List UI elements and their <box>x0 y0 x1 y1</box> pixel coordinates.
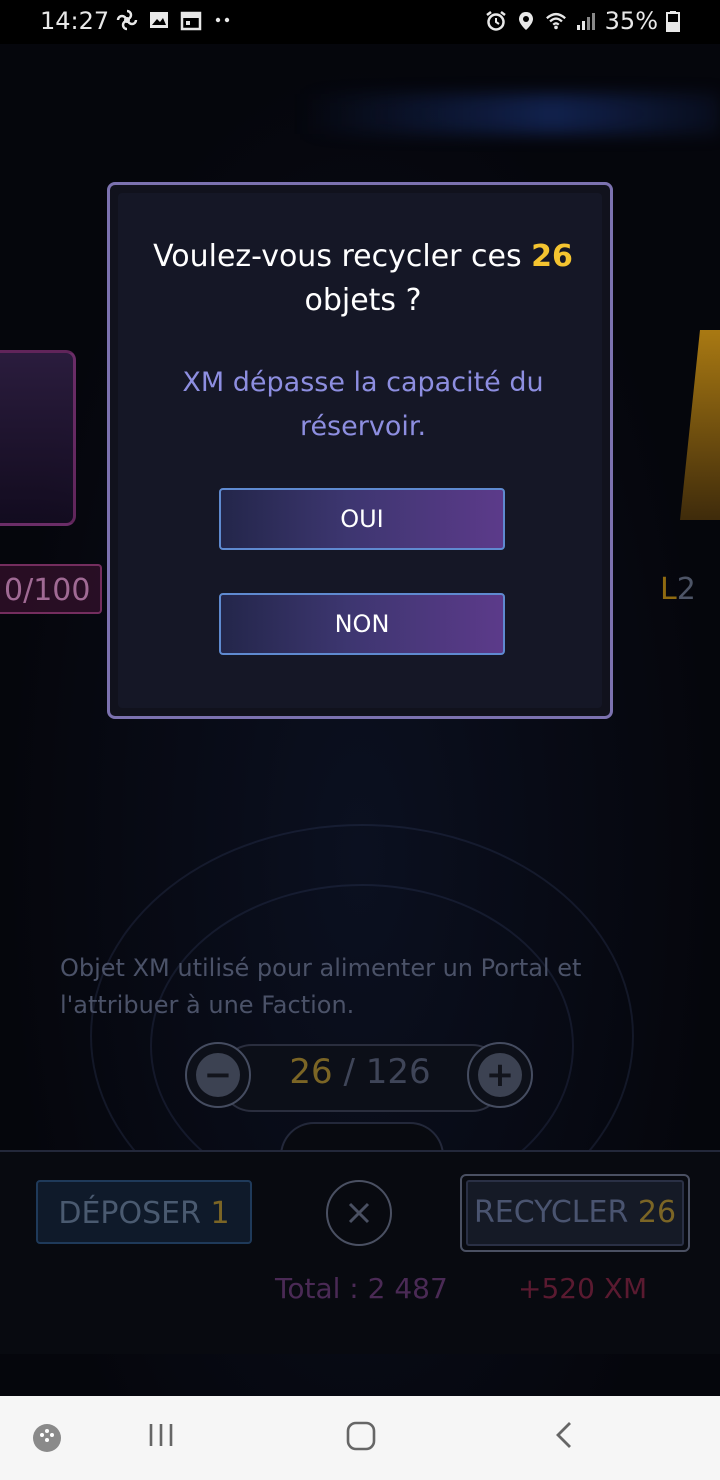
more-notifications-icon <box>215 17 230 23</box>
scene-glow <box>300 94 720 134</box>
left-item-level: 0/100 <box>0 564 102 614</box>
recent-apps-icon[interactable] <box>146 1420 176 1450</box>
item-description: Objet XM utilisé pour alimenter un Porta… <box>60 954 582 1019</box>
plus-icon: + <box>478 1053 522 1097</box>
dialog-warning: XM dépasse la capacité du réservoir. <box>182 367 544 442</box>
quantity-stepper: − 26 / 126 + <box>185 1042 535 1112</box>
recycle-button[interactable]: RECYCLER 26 <box>460 1174 690 1252</box>
xm-gain: +520 XM <box>518 1272 648 1305</box>
dialog-question: Voulez-vous recycler ces 26 objets ? <box>153 239 573 318</box>
game-launcher-icon[interactable] <box>31 1422 63 1454</box>
right-item-level: L2 <box>660 572 696 607</box>
fan-icon <box>116 9 138 31</box>
back-icon[interactable] <box>552 1420 576 1450</box>
total-count: Total : 2 487 <box>275 1272 448 1305</box>
recycle-confirm-dialog: Voulez-vous recycler ces 26 objets ? XM … <box>107 182 613 719</box>
system-nav-bar <box>0 1396 720 1480</box>
close-icon <box>348 1202 370 1224</box>
gallery-icon <box>150 12 168 28</box>
deposit-button[interactable]: DÉPOSER 1 <box>36 1180 252 1244</box>
battery-percent: 35% <box>604 7 658 35</box>
left-item-preview[interactable] <box>0 350 76 526</box>
increment-button[interactable]: + <box>467 1042 533 1108</box>
signal-icon <box>576 13 595 30</box>
home-icon[interactable] <box>345 1420 377 1452</box>
close-button[interactable] <box>326 1180 392 1246</box>
status-time: 14:27 <box>40 7 110 35</box>
calendar-icon <box>180 11 202 31</box>
yes-button[interactable]: OUI <box>219 488 505 550</box>
wifi-icon <box>545 12 566 30</box>
alarm-icon <box>485 11 506 31</box>
location-icon <box>518 12 533 30</box>
no-button[interactable]: NON <box>219 593 505 655</box>
status-bar: 14:27 35% <box>0 0 720 44</box>
battery-icon <box>666 11 680 32</box>
